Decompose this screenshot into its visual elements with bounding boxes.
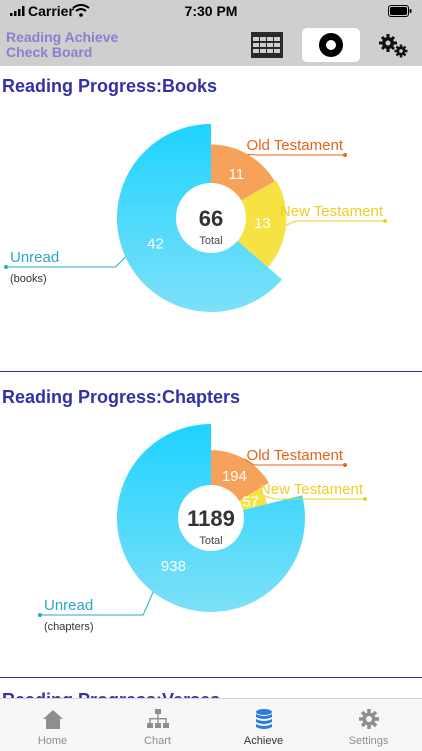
new-testament-label: New Testament (280, 203, 384, 220)
slice-value-label: 13 (254, 215, 271, 232)
slice-value-label: 938 (161, 558, 186, 575)
gear-icon (359, 709, 379, 729)
database-icon (256, 709, 272, 729)
status-bar: Carrier 7:30 PM (0, 0, 422, 22)
total-value: 66 (199, 206, 223, 231)
gears-icon (379, 34, 408, 58)
slice-value-label: 194 (222, 468, 247, 485)
new-testament-label: New Testament (260, 481, 364, 498)
tab-achieve[interactable]: Achieve (211, 699, 316, 751)
settings-button[interactable] (366, 28, 422, 62)
old-testament-label: Old Testament (247, 137, 344, 154)
leader-dot (343, 153, 347, 157)
calendar-icon (251, 32, 283, 58)
leader-line (247, 153, 345, 156)
section-divider (0, 371, 422, 372)
leader-dot (38, 613, 42, 617)
tab-chart[interactable]: Chart (105, 699, 210, 751)
tab-bar: Home Chart Achieve Settings (0, 698, 422, 751)
unit-label: (books) (10, 273, 47, 285)
leader-line (285, 220, 385, 226)
status-time: 7:30 PM (184, 3, 238, 19)
chapters-section-title: Reading Progress:Chapters (2, 387, 241, 407)
slice-value-label: 42 (147, 235, 164, 252)
ring-chart-button[interactable] (302, 28, 360, 62)
total-label: Total (199, 535, 222, 547)
battery-icon (388, 5, 412, 17)
unit-label: (chapters) (44, 621, 94, 633)
unread-label: Unread (44, 597, 93, 614)
chapters-donut-chart: 1189 Total 194 57 938 Old Testament New Testam… (38, 424, 367, 633)
section-divider (0, 677, 422, 678)
total-value: 1189 (187, 506, 235, 531)
app-title: Reading Achieve Check Board (6, 29, 119, 60)
books-section-title: Reading Progress:Books (2, 76, 218, 96)
leader-dot (343, 463, 347, 467)
tab-settings[interactable]: Settings (316, 699, 421, 751)
books-donut-chart: 66 Total 11 13 42 Old Testament New Testament U… (4, 124, 387, 312)
top-toolbar: Reading Achieve Check Board (0, 22, 422, 66)
leader-dot (363, 497, 367, 501)
unread-label: Unread (10, 249, 59, 266)
slice-value-label: 57 (242, 493, 259, 510)
total-label: Total (199, 235, 222, 247)
hierarchy-icon (147, 709, 169, 728)
home-icon (43, 710, 63, 729)
slice-value-label: 11 (229, 166, 245, 183)
leader-dot (4, 265, 8, 269)
ring-chart-icon (319, 33, 343, 57)
old-testament-label: Old Testament (247, 447, 344, 464)
leader-dot (383, 219, 387, 223)
calendar-button[interactable] (238, 28, 296, 62)
tab-home[interactable]: Home (0, 699, 105, 751)
